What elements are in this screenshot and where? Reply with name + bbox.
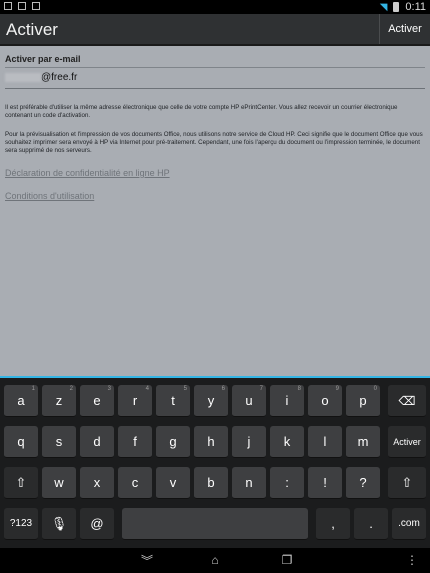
email-value: @free.fr [41, 72, 78, 83]
key-g[interactable]: g [156, 426, 190, 458]
navigation-bar: ︾ ⌂ ❐ ⋮ [0, 548, 430, 573]
redacted-text [5, 72, 41, 82]
shift-key-left[interactable]: ⇧ [4, 467, 38, 499]
key-b[interactable]: b [194, 467, 228, 499]
status-bar: ◥ 0:11 [0, 0, 430, 14]
key-h[interactable]: h [194, 426, 228, 458]
key-period[interactable]: . [354, 508, 388, 540]
key-n[interactable]: n [232, 467, 266, 499]
notification-icons [4, 2, 40, 10]
key-a[interactable]: a1 [4, 385, 38, 417]
key-l[interactable]: l [308, 426, 342, 458]
page-title: Activer [6, 20, 58, 39]
key-j[interactable]: j [232, 426, 266, 458]
key-u[interactable]: u7 [232, 385, 266, 417]
microphone-key[interactable]: 🎙 [42, 508, 76, 540]
key-c[interactable]: c [118, 467, 152, 499]
section-title: Activer par e-mail [5, 54, 81, 64]
battery-icon [393, 2, 400, 12]
section-divider [5, 67, 425, 68]
key-r[interactable]: r4 [118, 385, 152, 417]
microphone-icon: 🎙 [50, 515, 68, 531]
key-i[interactable]: i8 [270, 385, 304, 417]
image-icon [18, 2, 26, 10]
home-icon[interactable]: ⌂ [203, 552, 227, 568]
backspace-icon: ⌫ [398, 393, 416, 408]
info-paragraph: Il est préférable d'utiliser la même adr… [5, 104, 398, 119]
key-w[interactable]: w [42, 467, 76, 499]
spacebar[interactable] [122, 508, 308, 540]
symbols-key[interactable]: ?123 [4, 508, 38, 540]
key-t[interactable]: t5 [156, 385, 190, 417]
privacy-link[interactable]: Déclaration de confidentialité en ligne … [5, 168, 170, 178]
shift-key-right[interactable]: ⇧ [388, 467, 426, 499]
enter-activate-key[interactable]: Activer [388, 426, 426, 458]
key-k[interactable]: k [270, 426, 304, 458]
key-colon[interactable]: : [270, 467, 304, 499]
key-exclamation[interactable]: ! [308, 467, 342, 499]
main-content: Activer par e-mail @free.fr Il est préfé… [0, 46, 430, 376]
key-x[interactable]: x [80, 467, 114, 499]
key-d[interactable]: d [80, 426, 114, 458]
key-v[interactable]: v [156, 467, 190, 499]
key-at[interactable]: @ [80, 508, 114, 540]
shift-icon: ⇧ [401, 474, 413, 490]
overflow-menu-icon[interactable]: ⋮ [404, 552, 420, 568]
key-z[interactable]: z2 [42, 385, 76, 417]
back-icon[interactable]: ︾ [135, 552, 159, 568]
shift-icon: ⇧ [15, 474, 27, 490]
key-m[interactable]: m [346, 426, 380, 458]
soft-keyboard: a1 z2 e3 r4 t5 y6 u7 i8 o9 p0 ⌫ q s d f … [0, 376, 430, 548]
email-field[interactable]: @free.fr [5, 72, 77, 83]
key-y[interactable]: y6 [194, 385, 228, 417]
key-s[interactable]: s [42, 426, 76, 458]
activate-action-button[interactable]: Activer [379, 14, 430, 44]
recent-apps-icon[interactable]: ❐ [275, 552, 299, 568]
key-comma[interactable]: , [316, 508, 350, 540]
email-underline [5, 88, 425, 89]
notification-icon [4, 2, 12, 10]
key-f[interactable]: f [118, 426, 152, 458]
cloud-paragraph: Pour la prévisualisation et l'impression… [5, 131, 423, 154]
action-bar: Activer Activer [0, 14, 430, 46]
terms-link[interactable]: Conditions d'utilisation [5, 191, 94, 201]
backspace-key[interactable]: ⌫ [388, 385, 426, 417]
key-o[interactable]: o9 [308, 385, 342, 417]
key-question[interactable]: ? [346, 467, 380, 499]
clock: 0:11 [405, 1, 426, 13]
key-dotcom[interactable]: .com [392, 508, 426, 540]
key-q[interactable]: q [4, 426, 38, 458]
download-icon [32, 2, 40, 10]
key-p[interactable]: p0 [346, 385, 380, 417]
key-e[interactable]: e3 [80, 385, 114, 417]
wifi-icon: ◥ [379, 1, 388, 13]
